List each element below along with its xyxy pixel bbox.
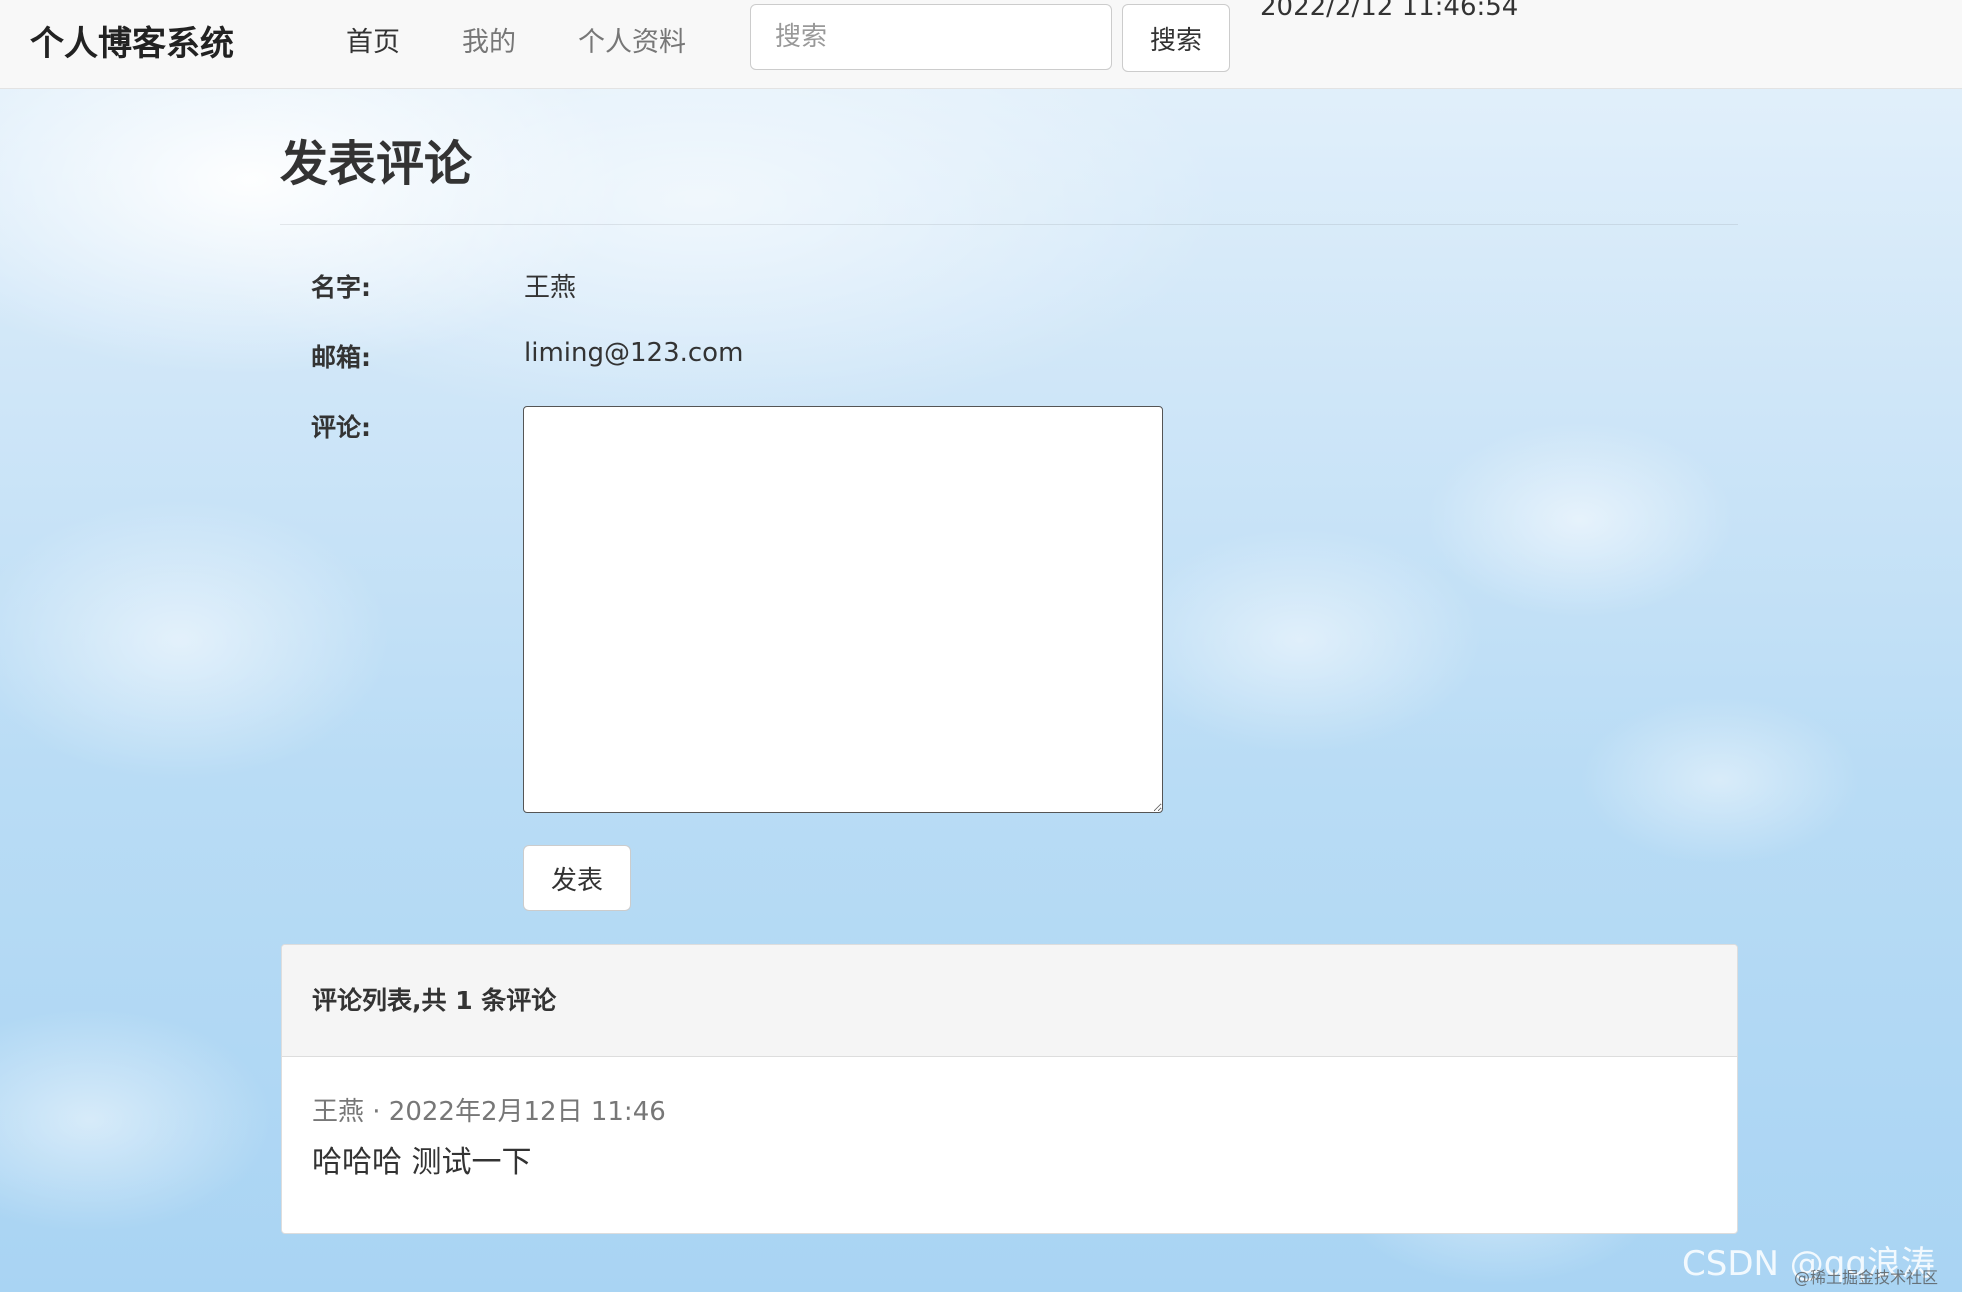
watermark-juejin: @稀土掘金技术社区 [1794, 1268, 1939, 1287]
datetime-display: 2022/2/12 11:46:54 [1260, 0, 1519, 22]
publish-button[interactable]: 发表 [523, 845, 631, 911]
comment-list-panel: 评论列表,共 1 条评论 王燕 · 2022年2月12日 11:46 哈哈哈 测… [281, 944, 1738, 1234]
name-value: 王燕 [524, 273, 577, 303]
brand-title[interactable]: 个人博客系统 [30, 16, 234, 65]
comment-meta: 王燕 · 2022年2月12日 11:46 [312, 1097, 666, 1127]
email-label: 邮箱: [311, 343, 371, 372]
nav-link-home[interactable]: 首页 [346, 20, 400, 59]
navbar: 个人博客系统 首页 我的 个人资料 搜索 2022/2/12 11:46:54 [0, 0, 1962, 89]
nav-link-mine[interactable]: 我的 [462, 20, 516, 59]
comment-list-heading: 评论列表,共 1 条评论 [282, 945, 1737, 1057]
email-value: liming@123.com [524, 338, 744, 368]
comment-textarea[interactable] [523, 406, 1163, 813]
search-input[interactable] [750, 4, 1112, 70]
comment-label: 评论: [311, 413, 371, 442]
page-title: 发表评论 [280, 136, 473, 192]
nav-link-profile[interactable]: 个人资料 [578, 20, 686, 59]
title-divider [280, 224, 1738, 225]
comment-text: 哈哈哈 测试一下 [312, 1145, 532, 1180]
search-button[interactable]: 搜索 [1122, 4, 1230, 72]
name-label: 名字: [311, 273, 371, 302]
